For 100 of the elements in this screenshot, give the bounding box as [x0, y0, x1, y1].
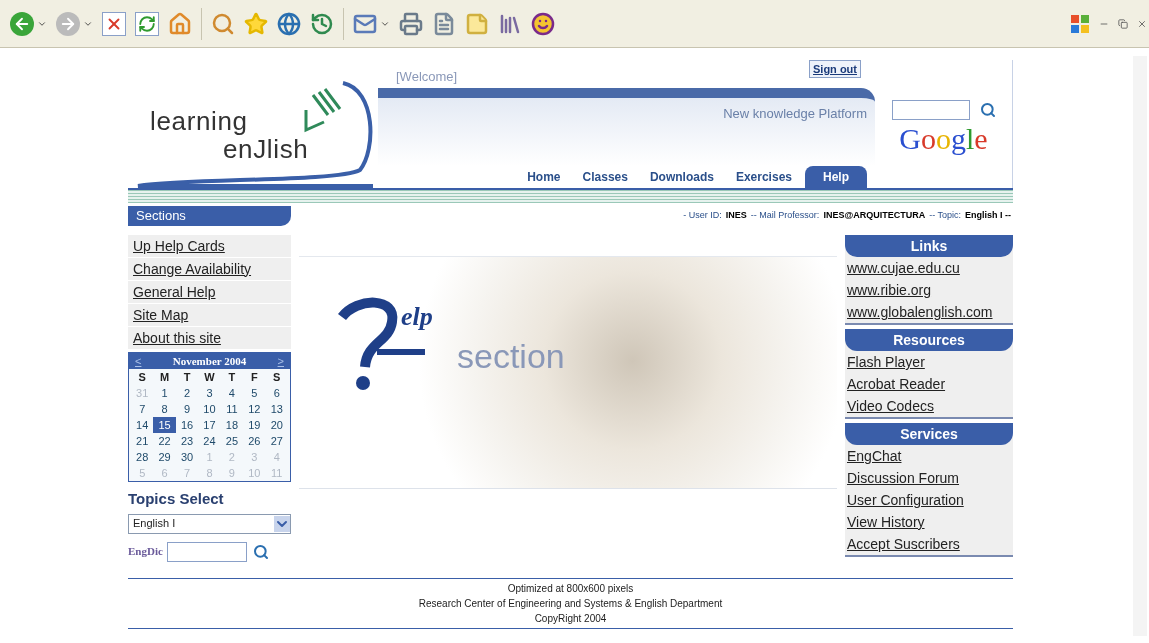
sidebar-link[interactable]: About this site — [128, 327, 291, 350]
footer-text: CopyRight 2004 — [534, 611, 607, 626]
sidebar-link[interactable]: Up Help Cards — [128, 235, 291, 258]
calendar-day[interactable]: 8 — [153, 401, 176, 417]
history-icon[interactable] — [310, 11, 334, 36]
back-icon[interactable] — [10, 11, 34, 36]
calendar-day[interactable]: 25 — [220, 433, 244, 449]
topics-select[interactable]: English I — [128, 513, 291, 534]
info-value: INES — [725, 209, 747, 223]
panel-link[interactable]: EngChat — [845, 445, 1013, 467]
calendar-day[interactable]: 6 — [265, 385, 288, 401]
close-icon[interactable] — [1137, 18, 1147, 29]
calendar-day[interactable]: 13 — [265, 401, 288, 417]
panel-link[interactable]: Video Codecs — [845, 395, 1013, 417]
sign-out-button[interactable]: Sign out — [809, 59, 861, 78]
smiley-icon[interactable] — [531, 11, 555, 36]
dictionary-label: EngDic — [128, 544, 163, 560]
panel-link[interactable]: View History — [845, 511, 1013, 533]
weekday-label: T — [182, 370, 192, 385]
footer-text: Research Center of Engineering and Systems & English Department — [418, 596, 723, 611]
panel-title: Links — [910, 236, 948, 256]
panel-link[interactable]: Acrobat Reader — [845, 373, 1013, 395]
panel-link[interactable]: www.ribie.org — [845, 279, 1013, 301]
calendar-day[interactable]: 16 — [175, 417, 199, 433]
nav-tab[interactable]: Exercises — [726, 166, 801, 188]
sidebar-link[interactable]: Change Availability — [128, 258, 291, 281]
calendar-day[interactable]: 23 — [175, 433, 199, 449]
windows-logo-icon — [1070, 13, 1090, 34]
calendar-day[interactable]: 19 — [243, 417, 266, 433]
panel-link[interactable]: Accept Suscribers — [845, 533, 1013, 555]
nav-tab[interactable]: Home — [518, 166, 570, 188]
script-text: elp — [401, 301, 433, 333]
calendar-day[interactable]: 15 — [153, 417, 176, 433]
dropdown-icon — [274, 515, 290, 532]
section-text: section — [457, 336, 565, 377]
nav-tab[interactable]: Downloads — [640, 166, 723, 188]
weekday-label: S — [272, 370, 282, 385]
calendar-day[interactable]: 9 — [175, 401, 199, 417]
star-icon[interactable] — [244, 11, 268, 36]
panel-link[interactable]: User Configuration — [845, 489, 1013, 511]
panel-link[interactable]: Discussion Forum — [845, 467, 1013, 489]
search-icon[interactable] — [979, 102, 996, 118]
sections-title: Sections — [136, 207, 186, 226]
calendar-day[interactable]: 17 — [198, 417, 221, 433]
panel-link[interactable]: Flash Player — [845, 351, 1013, 373]
search-icon[interactable] — [211, 11, 235, 36]
weekday-label: W — [203, 370, 216, 385]
info-label: -- Mail Professor: — [750, 209, 820, 223]
printer-icon[interactable] — [399, 11, 423, 36]
document-icon[interactable] — [432, 11, 456, 36]
topics-title: Topics Select — [128, 489, 225, 509]
calendar-day[interactable]: 28 — [131, 449, 154, 465]
calendar-day[interactable]: 2 — [175, 385, 199, 401]
sidebar-link[interactable]: Site Map — [128, 304, 291, 327]
calendar-day[interactable]: 3 — [198, 385, 221, 401]
panel-link[interactable]: www.cujae.edu.cu — [845, 257, 1013, 279]
calendar-day[interactable]: 14 — [131, 417, 154, 433]
weekday-label: M — [159, 370, 171, 385]
calendar-title: November 2004 — [172, 353, 247, 369]
tagline-text: New knowledge Platform — [723, 105, 867, 123]
sidebar-link[interactable]: General Help — [128, 281, 291, 304]
panel-title: Resources — [893, 330, 965, 350]
globe-icon[interactable] — [277, 11, 301, 36]
home-icon[interactable] — [168, 11, 192, 36]
calendar-day[interactable]: 12 — [243, 401, 266, 417]
calendar-day[interactable]: 27 — [265, 433, 288, 449]
calendar-day[interactable]: 26 — [243, 433, 266, 449]
calendar-day[interactable]: 7 — [131, 401, 154, 417]
next-month-button[interactable]: > — [277, 352, 284, 370]
calendar-day[interactable]: 1 — [153, 385, 176, 401]
nav-tab[interactable]: Classes — [573, 166, 637, 188]
calendar-day[interactable]: 22 — [153, 433, 176, 449]
google-logo-text: Google — [899, 124, 988, 154]
calendar-day[interactable]: 21 — [131, 433, 154, 449]
search-icon[interactable] — [252, 543, 269, 560]
restore-icon[interactable] — [1118, 18, 1128, 29]
panel-title: Services — [900, 424, 958, 444]
calendar-day[interactable]: 29 — [153, 449, 176, 465]
refresh-icon[interactable] — [135, 11, 159, 36]
info-value: INES@ARQUITECTURA — [823, 209, 926, 223]
nav-tab[interactable]: Help — [805, 166, 867, 188]
calendar-day[interactable]: 20 — [265, 417, 288, 433]
calendar-day[interactable]: 24 — [198, 433, 221, 449]
footer-text: Optimized at 800x600 pixels — [507, 581, 634, 596]
calendar-day[interactable]: 4 — [220, 385, 244, 401]
calendar-day[interactable]: 5 — [243, 385, 266, 401]
calendar-day[interactable]: 30 — [175, 449, 199, 465]
calendar-day[interactable]: 10 — [198, 401, 221, 417]
dictionary-field[interactable] — [166, 541, 247, 562]
calendar-day[interactable]: 18 — [220, 417, 244, 433]
stop-icon[interactable] — [102, 11, 126, 36]
info-label: -- Topic: — [929, 209, 961, 223]
logo-text: learning — [150, 108, 248, 134]
previous-month-button[interactable]: < — [135, 352, 142, 370]
search-field[interactable] — [891, 100, 970, 120]
panel-link[interactable]: www.globalenglish.com — [845, 301, 1013, 323]
weekday-label: S — [137, 370, 147, 385]
calendar-day[interactable]: 11 — [220, 401, 244, 417]
forward-icon[interactable] — [56, 11, 80, 36]
welcome-text: [Welcome] — [396, 67, 458, 86]
